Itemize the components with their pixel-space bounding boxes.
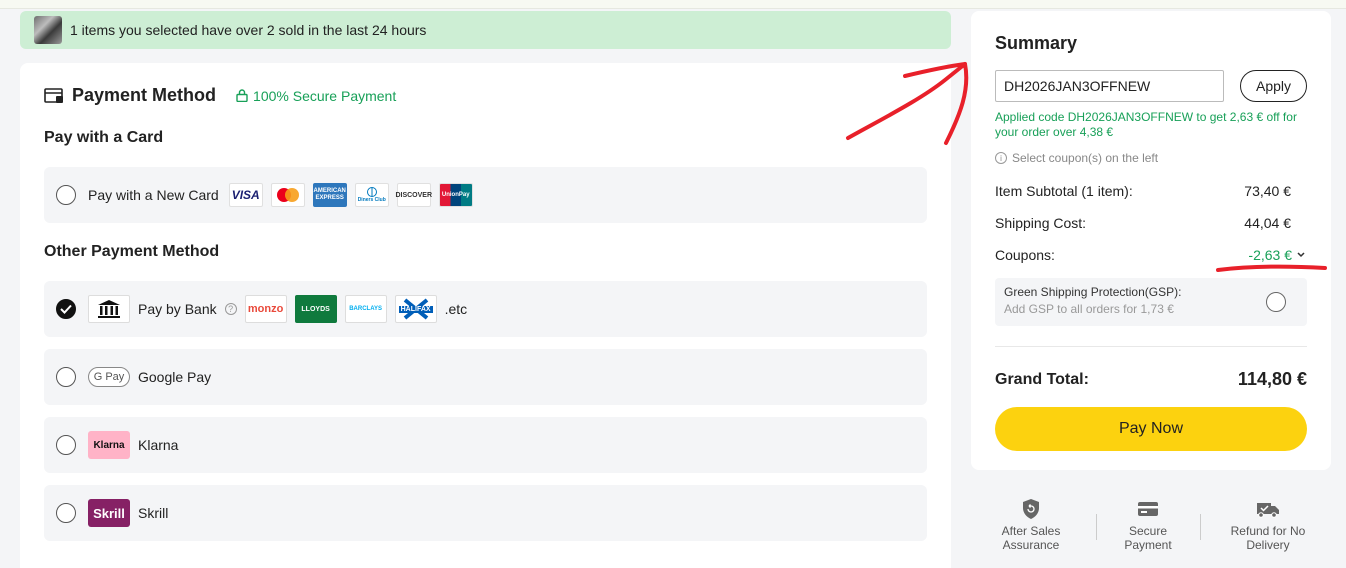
feature-refund-line1: Refund for No: [1230, 524, 1306, 538]
diners-logo: Diners Club: [354, 183, 389, 207]
etc-label: .etc: [444, 301, 468, 317]
feature-secure-payment-line2: Payment: [1124, 538, 1172, 552]
coupons-amount: -2,63 €: [1248, 247, 1292, 263]
summary-title: Summary: [995, 33, 1078, 53]
payment-card: Payment Method 100% Secure Payment Pay w…: [20, 63, 951, 568]
lloyds-logo: LLOYDS: [294, 295, 337, 323]
lock-icon: [236, 89, 248, 102]
summary-divider: [995, 346, 1307, 347]
subtotal-label: Item Subtotal (1 item):: [995, 183, 1133, 199]
secure-payment-text: 100% Secure Payment: [253, 87, 397, 104]
klarna-radio[interactable]: [56, 435, 76, 455]
shipping-label: Shipping Cost:: [995, 215, 1087, 231]
halifax-logo: HALIFAX: [394, 295, 437, 323]
order-summary: Summary Apply Applied code DH2026JAN3OFF…: [971, 11, 1331, 470]
coupons-value[interactable]: -2,63 €: [1248, 247, 1307, 263]
pay-by-bank-label: Pay by Bank: [138, 301, 217, 317]
feature-refund-line2: Delivery: [1246, 538, 1290, 552]
feature-secure-payment: Secure Payment: [1093, 498, 1203, 552]
coupons-row[interactable]: Coupons: -2,63 €: [995, 247, 1307, 263]
payment-header: Payment Method 100% Secure Payment: [44, 85, 396, 106]
secure-payment-label: 100% Secure Payment: [236, 88, 396, 104]
gsp-radio[interactable]: [1266, 292, 1286, 312]
amex-logo: AMERICAN EXPRESS: [312, 183, 347, 207]
card-section-title: Pay with a Card: [44, 129, 164, 146]
subtotal-row: Item Subtotal (1 item): 73,40 €: [995, 183, 1307, 199]
top-bar: [0, 0, 1346, 9]
feature-refund: Refund for No Delivery: [1213, 498, 1323, 552]
unionpay-logo: UnionPay: [438, 183, 473, 207]
skrill-radio[interactable]: [56, 503, 76, 523]
google-pay-icon: G Pay: [88, 367, 130, 387]
visa-logo: VISA: [228, 183, 263, 207]
google-pay-label: Google Pay: [138, 369, 212, 385]
applied-coupon-message: Applied code DH2026JAN3OFFNEW to get 2,6…: [995, 110, 1297, 139]
option-google-pay[interactable]: G Pay Google Pay: [44, 349, 927, 405]
skrill-icon: Skrill: [88, 499, 130, 527]
feature-after-sales: After Sales Assurance: [976, 498, 1086, 552]
gsp-title: Green Shipping Protection(GSP):: [1004, 285, 1182, 299]
product-thumbnail: [34, 16, 62, 44]
chevron-down-icon[interactable]: [1295, 250, 1307, 260]
payment-title: Payment Method: [72, 85, 217, 105]
option-pay-by-bank[interactable]: Pay by Bank ? monzo LLOYDS BARCLAYS HALI…: [44, 281, 927, 337]
option-klarna[interactable]: Klarna Klarna: [44, 417, 927, 473]
assurance-features: After Sales Assurance Secure Payment Ref…: [971, 498, 1331, 568]
google-pay-radio[interactable]: [56, 367, 76, 387]
sold-banner: 1 items you selected have over 2 sold in…: [20, 11, 951, 49]
coupon-input[interactable]: [995, 70, 1224, 102]
coupons-label: Coupons:: [995, 247, 1055, 263]
option-skrill[interactable]: Skrill Skrill: [44, 485, 927, 541]
new-card-label: Pay with a New Card: [88, 187, 219, 203]
pay-by-bank-radio[interactable]: [56, 299, 76, 319]
pay-now-button[interactable]: Pay Now: [995, 407, 1307, 451]
help-icon[interactable]: ?: [224, 303, 237, 315]
klarna-icon: Klarna: [88, 431, 130, 459]
shield-icon: [1023, 499, 1039, 519]
truck-icon: [1257, 503, 1279, 518]
shipping-value: 44,04 €: [1244, 215, 1291, 231]
apply-coupon-button[interactable]: Apply: [1240, 70, 1307, 102]
discover-logo: DISCOVER: [395, 183, 432, 207]
credit-card-icon: [1138, 502, 1158, 516]
shipping-row: Shipping Cost: 44,04 €: [995, 215, 1307, 231]
info-icon: i: [995, 152, 1007, 164]
payment-method-icon: [44, 87, 63, 103]
grand-total-row: Grand Total: 114,80 €: [995, 369, 1307, 390]
mastercard-logo: [270, 183, 305, 207]
gsp-box[interactable]: Green Shipping Protection(GSP): Add GSP …: [995, 278, 1307, 326]
monzo-logo: monzo: [244, 295, 287, 323]
bank-icon: [88, 295, 130, 323]
option-new-card[interactable]: Pay with a New Card VISA AMERICAN EXPRES…: [44, 167, 927, 223]
feature-separator: [1200, 514, 1201, 540]
feature-after-sales-line1: After Sales: [1001, 524, 1061, 538]
grand-total-label: Grand Total:: [995, 370, 1089, 388]
gsp-subtitle: Add GSP to all orders for 1,73 €: [1004, 302, 1174, 316]
grand-total-value: 114,80 €: [1237, 369, 1307, 389]
skrill-label: Skrill: [138, 505, 169, 521]
other-section-title: Other Payment Method: [44, 243, 220, 260]
subtotal-value: 73,40 €: [1244, 183, 1291, 199]
sold-banner-text: 1 items you selected have over 2 sold in…: [70, 22, 427, 38]
klarna-label: Klarna: [138, 437, 179, 453]
checkmark-icon: [60, 304, 72, 314]
barclays-logo: BARCLAYS: [344, 295, 387, 323]
feature-after-sales-line2: Assurance: [1002, 538, 1060, 552]
select-coupon-text: Select coupon(s) on the left: [1012, 151, 1159, 165]
feature-secure-payment-line1: Secure: [1128, 524, 1168, 538]
new-card-radio[interactable]: [56, 185, 76, 205]
select-coupon-hint: i Select coupon(s) on the left: [995, 151, 1158, 165]
